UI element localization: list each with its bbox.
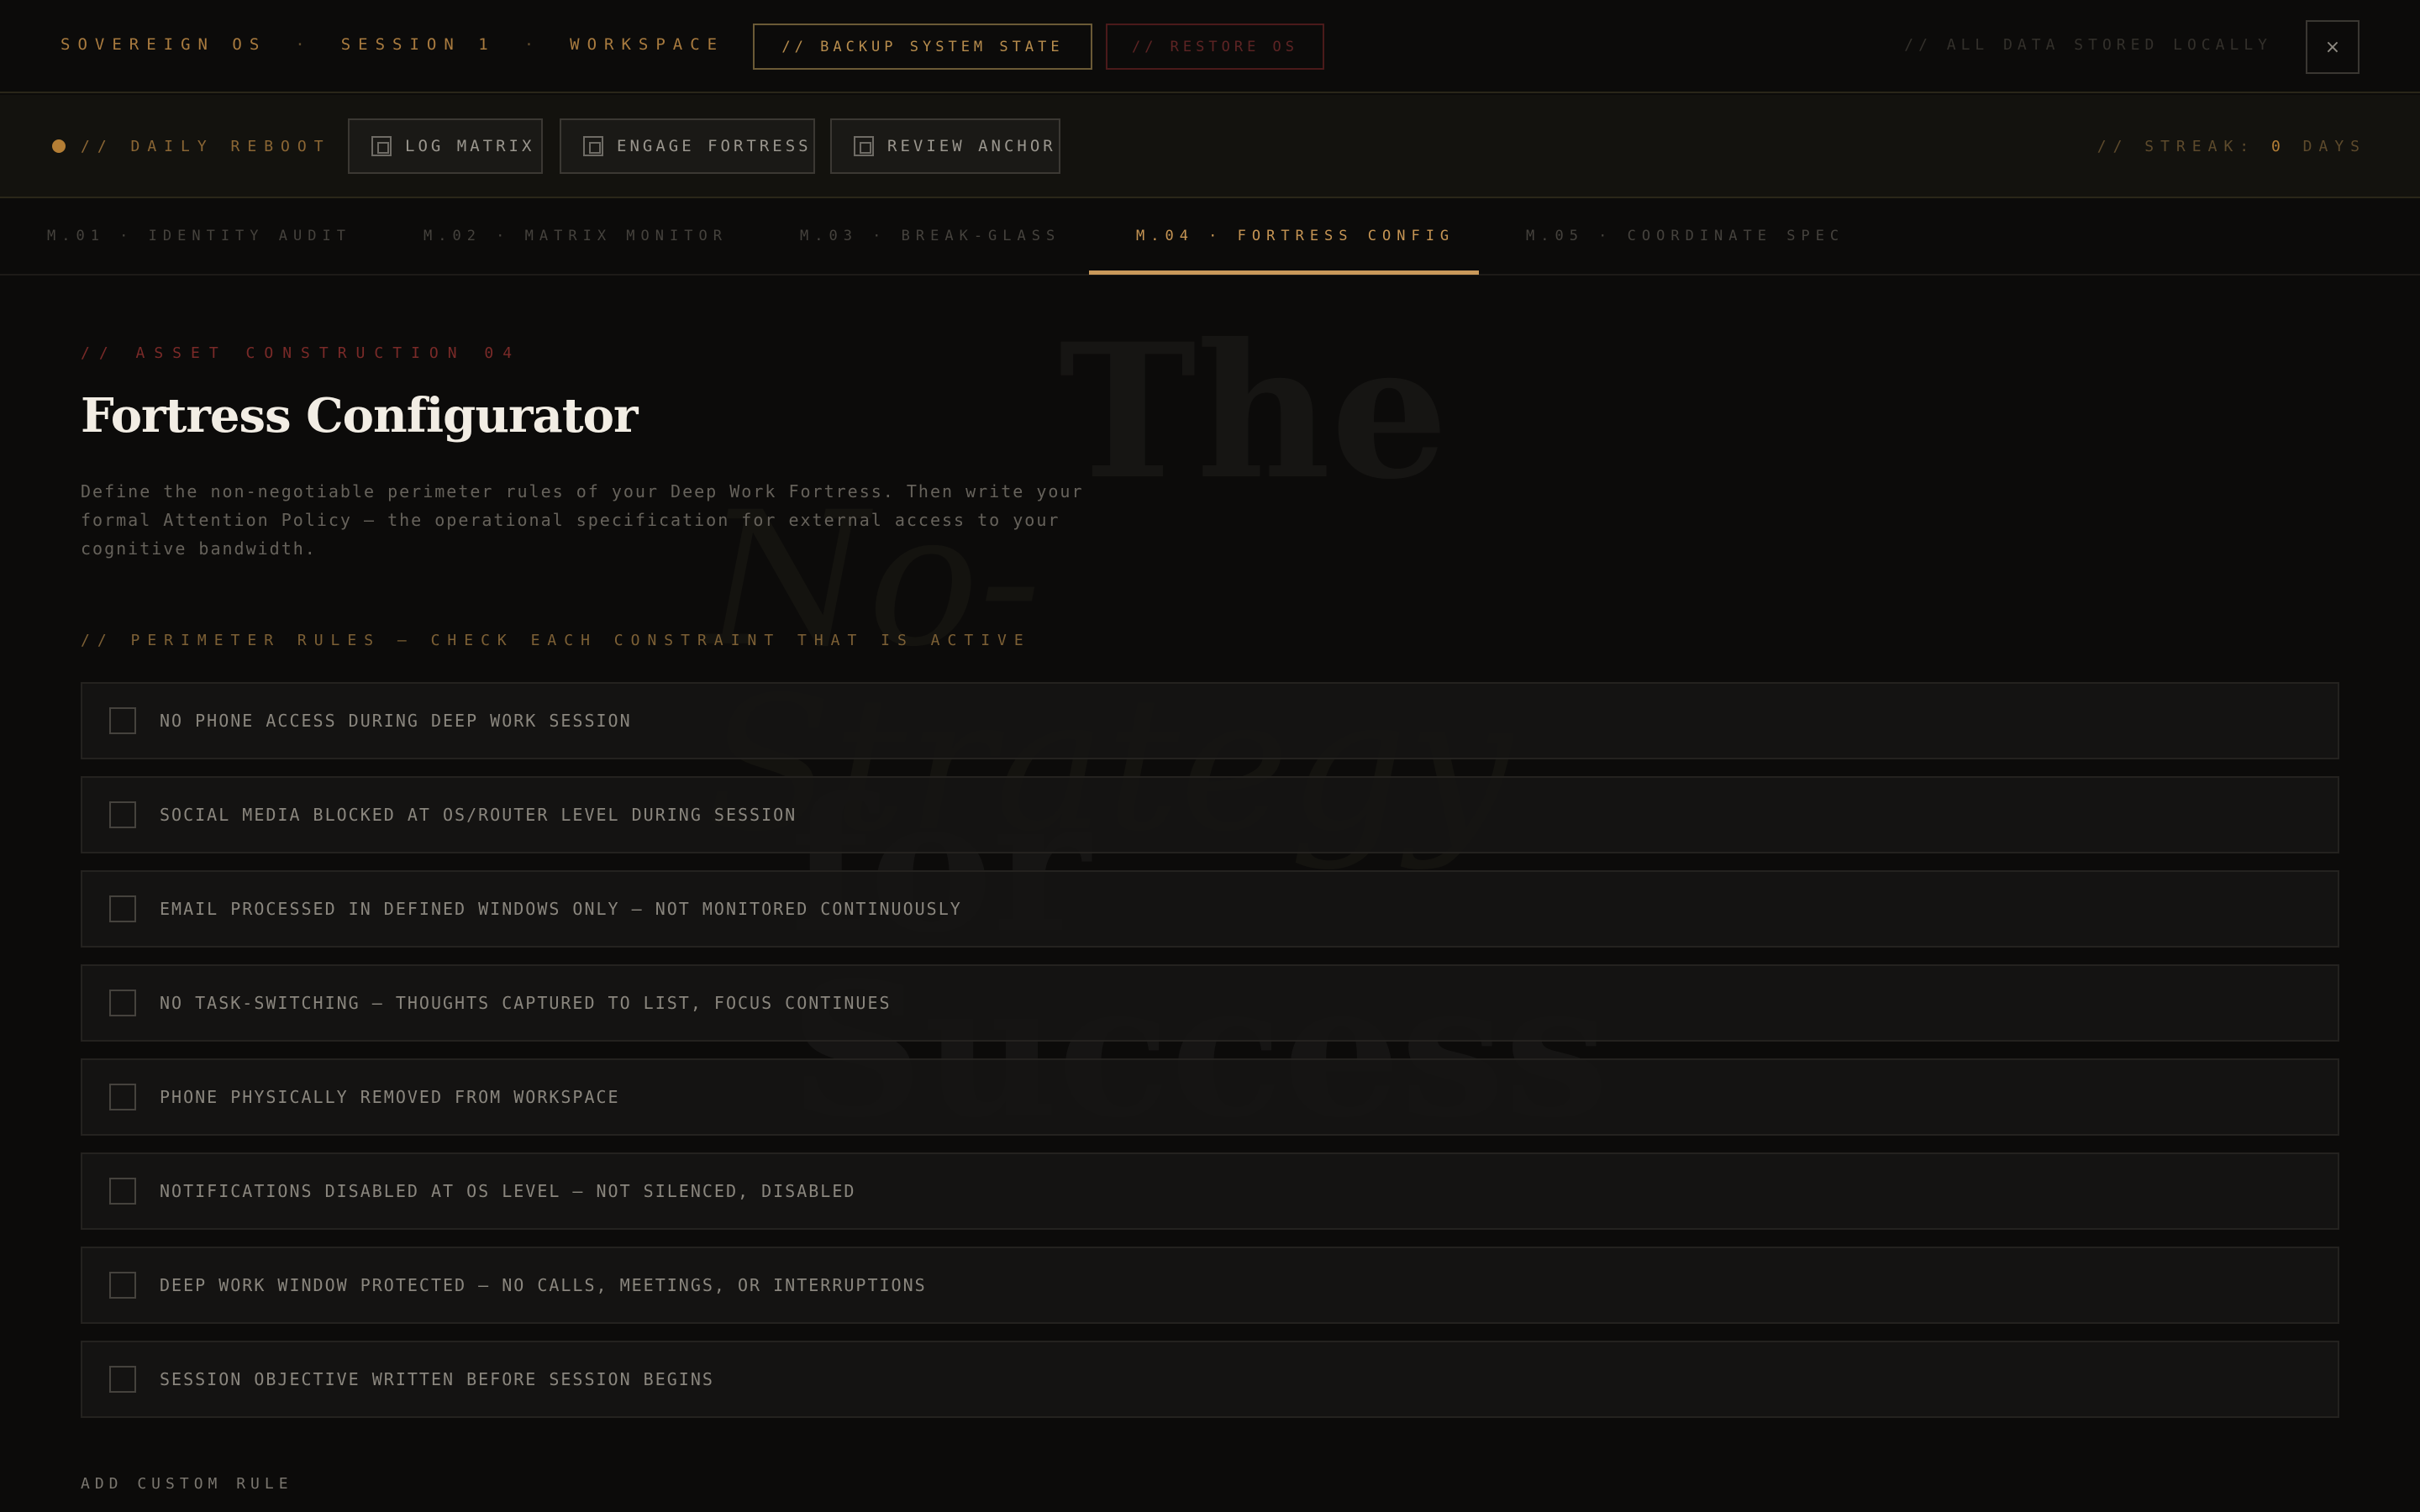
breadcrumb-item-workspace: WORKSPACE — [570, 35, 725, 54]
breadcrumb-item-session: SESSION 1 — [340, 35, 496, 54]
status-dot-icon — [52, 139, 66, 153]
rule-item[interactable]: SESSION OBJECTIVE WRITTEN BEFORE SESSION… — [81, 1341, 2339, 1418]
rule-item[interactable]: SOCIAL MEDIA BLOCKED AT OS/ROUTER LEVEL … — [81, 776, 2339, 853]
rule-checkbox[interactable] — [109, 1272, 136, 1299]
rule-checkbox[interactable] — [109, 1366, 136, 1393]
rule-label: PHONE PHYSICALLY REMOVED FROM WORKSPACE — [160, 1087, 620, 1107]
rule-item[interactable]: EMAIL PROCESSED IN DEFINED WINDOWS ONLY … — [81, 870, 2339, 948]
rule-label: SESSION OBJECTIVE WRITTEN BEFORE SESSION… — [160, 1369, 714, 1389]
rule-checkbox[interactable] — [109, 895, 136, 922]
tab-matrix-monitor[interactable]: M.02 · MATRIX MONITOR — [424, 228, 728, 244]
rule-checkbox[interactable] — [109, 990, 136, 1016]
watermark-line-1: The — [1059, 302, 1449, 520]
rule-checkbox[interactable] — [109, 1178, 136, 1205]
rule-item[interactable]: NOTIFICATIONS DISABLED AT OS LEVEL — NOT… — [81, 1152, 2339, 1230]
tab-identity-audit[interactable]: M.01 · IDENTITY AUDIT — [47, 228, 351, 244]
tab-fortress-config[interactable]: M.04 · FORTRESS CONFIG — [1136, 228, 1455, 244]
add-custom-rule-button[interactable]: ADD CUSTOM RULE — [81, 1475, 293, 1493]
breadcrumb-separator: · — [523, 35, 542, 54]
tab-break-glass[interactable]: M.03 · BREAK-GLASS — [800, 228, 1060, 244]
breadcrumb-item-os: SOVEREIGN OS — [60, 35, 267, 54]
close-icon: × — [2324, 36, 2341, 58]
rule-label: EMAIL PROCESSED IN DEFINED WINDOWS ONLY … — [160, 899, 962, 919]
app-root: The No-Strategy for Success SOVEREIGN OS… — [0, 0, 2420, 1512]
top-bar: SOVEREIGN OS · SESSION 1 · WORKSPACE // BACK… — [0, 0, 2420, 93]
rule-label: SOCIAL MEDIA BLOCKED AT OS/ROUTER LEVEL … — [160, 805, 797, 825]
breadcrumb: SOVEREIGN OS · SESSION 1 · WORKSPACE — [60, 35, 724, 54]
review-anchor-button[interactable]: REVIEW ANCHOR — [830, 118, 1060, 174]
streak-prefix: // STREAK: — [2096, 138, 2271, 155]
restore-os-button[interactable]: // RESTORE OS — [1106, 24, 1324, 70]
tab-coordinate-spec[interactable]: M.05 · COORDINATE SPEC — [1526, 228, 1844, 244]
streak-counter: // STREAK: 0 DAYS — [2097, 138, 2366, 155]
rule-item[interactable]: PHONE PHYSICALLY REMOVED FROM WORKSPACE — [81, 1058, 2339, 1136]
engage-fortress-button[interactable]: ENGAGE FORTRESS — [560, 118, 815, 174]
rule-item[interactable]: NO PHONE ACCESS DURING DEEP WORK SESSION — [81, 682, 2339, 759]
square-icon — [583, 136, 603, 156]
breadcrumb-separator: · — [295, 35, 313, 54]
ritual-label: REVIEW ANCHOR — [887, 137, 1056, 155]
square-icon — [854, 136, 874, 156]
module-tabs: M.01 · IDENTITY AUDIT M.02 · MATRIX MONI… — [0, 198, 2420, 276]
close-button[interactable]: × — [2306, 20, 2360, 74]
page-description: Define the non-negotiable perimeter rule… — [81, 481, 1084, 559]
backup-system-button[interactable]: // BACKUP SYSTEM STATE — [753, 24, 1092, 70]
daily-reboot-bar: // DAILY REBOOT LOG MATRIX ENGAGE FORTRE… — [0, 95, 2420, 198]
rule-label: NO PHONE ACCESS DURING DEEP WORK SESSION — [160, 711, 632, 731]
rule-label: NOTIFICATIONS DISABLED AT OS LEVEL — NOT… — [160, 1181, 856, 1201]
rule-checkbox[interactable] — [109, 801, 136, 828]
page-title: Fortress Configurator — [81, 388, 638, 444]
streak-value: 0 — [2270, 138, 2287, 155]
rule-label: DEEP WORK WINDOW PROTECTED — NO CALLS, M… — [160, 1275, 927, 1295]
active-tab-indicator — [1089, 270, 1479, 275]
square-icon — [371, 136, 392, 156]
ritual-label: LOG MATRIX — [405, 137, 535, 155]
rule-item[interactable]: NO TASK-SWITCHING — THOUGHTS CAPTURED TO… — [81, 964, 2339, 1042]
log-matrix-button[interactable]: LOG MATRIX — [348, 118, 543, 174]
rule-checkbox[interactable] — [109, 1084, 136, 1110]
ritual-label: ENGAGE FORTRESS — [617, 137, 812, 155]
rules-heading: // PERIMETER RULES — CHECK EACH CONSTRAI… — [81, 632, 1031, 649]
section-eyebrow: // ASSET CONSTRUCTION 04 — [81, 344, 522, 362]
local-storage-note: // ALL DATA STORED LOCALLY — [1904, 36, 2272, 54]
rule-checkbox[interactable] — [109, 707, 136, 734]
streak-suffix: DAYS — [2286, 138, 2366, 155]
rule-item[interactable]: DEEP WORK WINDOW PROTECTED — NO CALLS, M… — [81, 1247, 2339, 1324]
rule-label: NO TASK-SWITCHING — THOUGHTS CAPTURED TO… — [160, 993, 892, 1013]
daily-reboot-label: // DAILY REBOOT — [81, 138, 331, 155]
